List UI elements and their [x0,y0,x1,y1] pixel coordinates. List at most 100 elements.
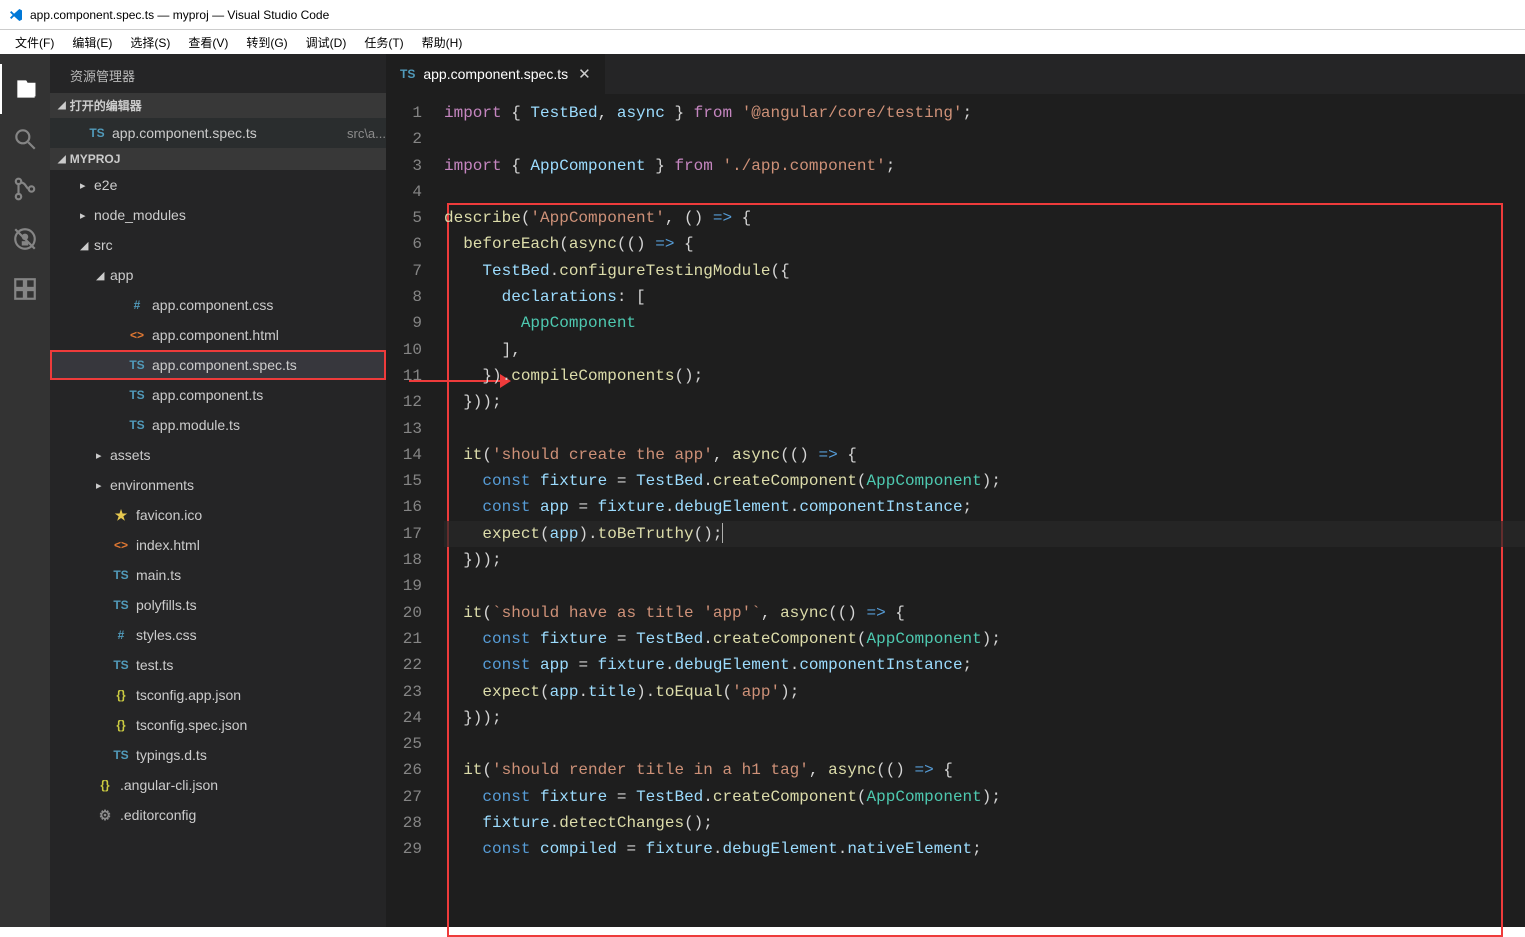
code-line[interactable]: describe('AppComponent', () => { [444,205,1525,231]
menu-item[interactable]: 任务(T) [355,32,412,53]
folder-item[interactable]: ◢app [50,260,386,290]
menu-item[interactable]: 选择(S) [121,32,179,53]
code-line[interactable] [444,179,1525,205]
open-editor-item[interactable]: TS app.component.spec.ts src\a... [50,118,386,148]
code-line[interactable]: it('should render title in a h1 tag', as… [444,757,1525,783]
file-item[interactable]: TS app.component.spec.ts [50,350,386,380]
tree-item-label: index.html [136,537,386,553]
line-number: 23 [386,679,422,705]
open-editors-header[interactable]: ◢ 打开的编辑器 [50,93,386,118]
code-line[interactable]: expect(app.title).toEqual('app'); [444,679,1525,705]
file-item[interactable]: {}.angular-cli.json [50,770,386,800]
file-item[interactable]: TSmain.ts [50,560,386,590]
extensions-activity[interactable] [0,264,50,314]
line-number: 13 [386,416,422,442]
code-line[interactable] [444,126,1525,152]
main-area: 资源管理器 ◢ 打开的编辑器 TS app.component.spec.ts … [0,54,1525,927]
chevron-right-icon: ▸ [96,479,110,492]
ts-file-icon: TS [126,418,148,432]
code-line[interactable]: const fixture = TestBed.createComponent(… [444,468,1525,494]
folder-item[interactable]: ◢src [50,230,386,260]
code-line[interactable]: }).compileComponents(); [444,363,1525,389]
file-item[interactable]: {}tsconfig.app.json [50,680,386,710]
menu-item[interactable]: 调试(D) [297,32,356,53]
scm-activity[interactable] [0,164,50,214]
file-item[interactable]: {}tsconfig.spec.json [50,710,386,740]
explorer-activity[interactable] [0,64,50,114]
line-number: 11 [386,363,422,389]
json-file-icon: {} [110,688,132,702]
editor-tabs: TS app.component.spec.ts ✕ [386,54,1525,94]
code-line[interactable]: ], [444,337,1525,363]
menu-item[interactable]: 查看(V) [179,32,237,53]
code-line[interactable] [444,573,1525,599]
tree-item-label: app.component.spec.ts [152,357,386,373]
line-number: 20 [386,600,422,626]
menu-item[interactable]: 文件(F) [6,32,63,53]
menu-item[interactable]: 编辑(E) [63,32,121,53]
folder-item[interactable]: ▸assets [50,440,386,470]
file-item[interactable]: TSapp.module.ts [50,410,386,440]
ts-file-icon: TS [400,67,415,81]
file-item[interactable]: TStest.ts [50,650,386,680]
code-line[interactable]: TestBed.configureTestingModule({ [444,258,1525,284]
file-item[interactable]: <> index.html [50,530,386,560]
file-item[interactable]: ★favicon.ico [50,500,386,530]
code-line[interactable]: const fixture = TestBed.createComponent(… [444,626,1525,652]
line-number: 24 [386,705,422,731]
code-content[interactable]: import { TestBed, async } from '@angular… [444,100,1525,927]
code-line[interactable]: })); [444,705,1525,731]
tree-item-label: styles.css [136,627,386,643]
code-line[interactable]: })); [444,547,1525,573]
code-line[interactable] [444,731,1525,757]
project-header[interactable]: ◢ MYPROJ [50,148,386,170]
folder-item[interactable]: ▸e2e [50,170,386,200]
file-item[interactable]: #styles.css [50,620,386,650]
chevron-down-icon: ◢ [80,239,94,252]
line-number: 26 [386,757,422,783]
html-file-icon: <> [110,538,132,552]
code-line[interactable]: declarations: [ [444,284,1525,310]
close-tab-button[interactable]: ✕ [578,65,591,83]
code-line[interactable]: const fixture = TestBed.createComponent(… [444,784,1525,810]
code-line[interactable]: })); [444,389,1525,415]
search-activity[interactable] [0,114,50,164]
line-number: 12 [386,389,422,415]
chevron-down-icon: ◢ [96,269,110,282]
chevron-down-icon: ◢ [58,100,66,111]
code-line[interactable]: fixture.detectChanges(); [444,810,1525,836]
code-line[interactable]: import { TestBed, async } from '@angular… [444,100,1525,126]
json-file-icon: {} [94,778,116,792]
activity-bar [0,54,50,927]
code-line[interactable]: it(`should have as title 'app'`, async((… [444,600,1525,626]
code-line[interactable]: AppComponent [444,310,1525,336]
line-number: 25 [386,731,422,757]
debug-activity[interactable] [0,214,50,264]
code-line[interactable]: it('should create the app', async(() => … [444,442,1525,468]
code-line[interactable]: const app = fixture.debugElement.compone… [444,652,1525,678]
folder-item[interactable]: ▸environments [50,470,386,500]
ts-file-icon: TS [110,748,132,762]
file-item[interactable]: TSapp.component.ts [50,380,386,410]
file-item[interactable]: <>app.component.html [50,320,386,350]
code-line[interactable]: const app = fixture.debugElement.compone… [444,494,1525,520]
menu-item[interactable]: 帮助(H) [413,32,472,53]
tree-item-label: app [110,267,386,283]
code-line[interactable] [444,416,1525,442]
code-editor[interactable]: 1234567891011121314151617181920212223242… [386,94,1525,927]
vscode-icon [8,7,24,23]
file-item[interactable]: TSpolyfills.ts [50,590,386,620]
file-item[interactable]: TStypings.d.ts [50,740,386,770]
file-item[interactable]: #app.component.css [50,290,386,320]
editor-tab[interactable]: TS app.component.spec.ts ✕ [386,54,605,94]
menu-item[interactable]: 转到(G) [237,32,296,53]
file-item[interactable]: ⚙.editorconfig [50,800,386,830]
ts-file-icon: TS [126,358,148,372]
folder-item[interactable]: ▸node_modules [50,200,386,230]
ts-file-icon: TS [86,126,108,140]
code-line[interactable]: import { AppComponent } from './app.comp… [444,153,1525,179]
code-line[interactable]: const compiled = fixture.debugElement.na… [444,836,1525,862]
code-line[interactable]: beforeEach(async(() => { [444,231,1525,257]
code-line[interactable]: expect(app).toBeTruthy(); [444,521,1525,547]
tree-item-label: polyfills.ts [136,597,386,613]
